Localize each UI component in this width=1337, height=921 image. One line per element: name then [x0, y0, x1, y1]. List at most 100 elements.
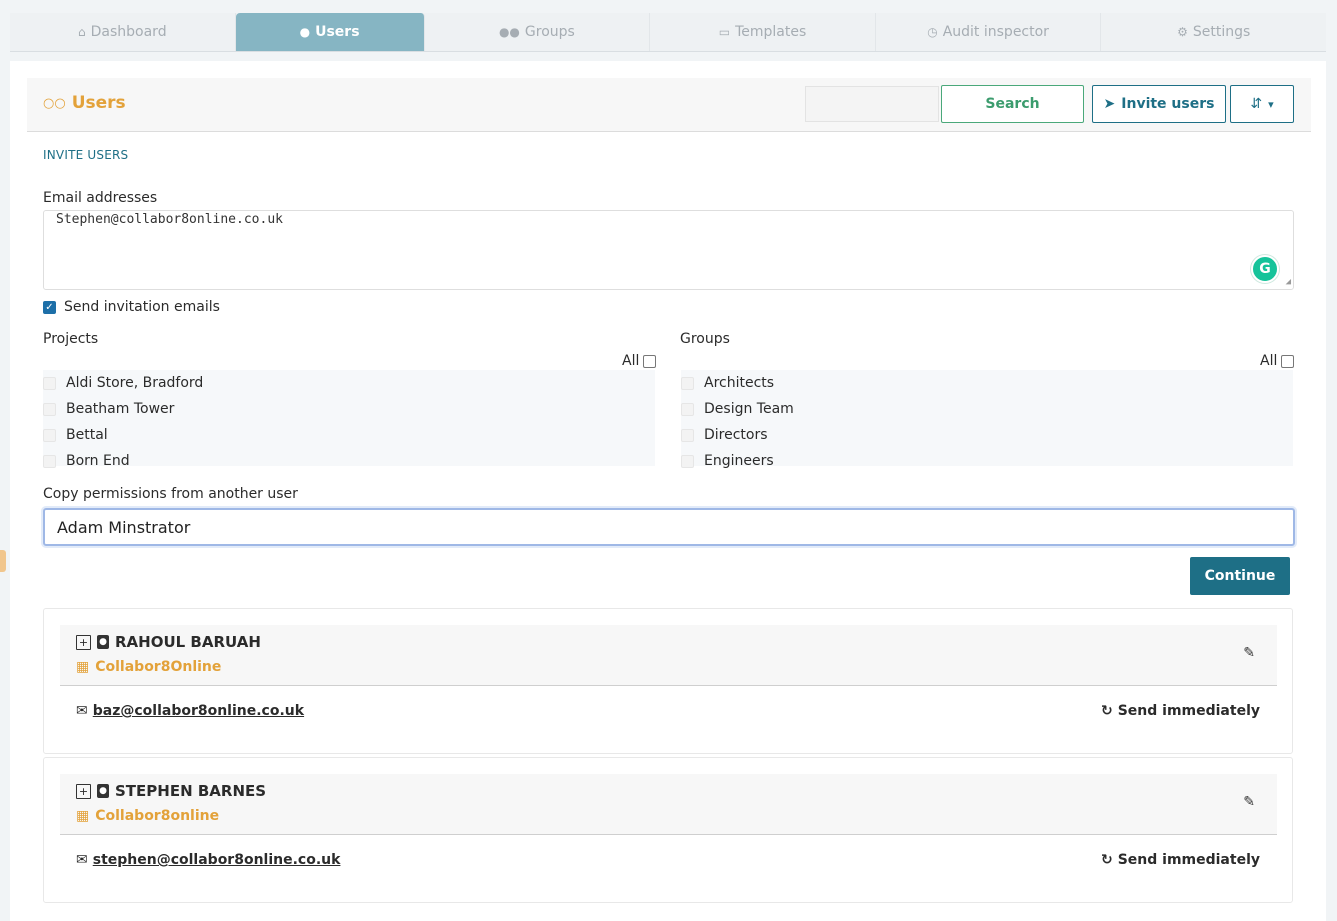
group-checkbox[interactable] — [681, 454, 694, 468]
organisation-name: Collabor8Online — [95, 659, 222, 675]
send-status: ↻ Send immediately — [1101, 852, 1260, 868]
list-item[interactable]: Aldi Store, Bradford — [43, 370, 655, 396]
users-panel: ○○ Users Search ➤ Invite users ⇵ ▾ INVIT… — [10, 61, 1326, 921]
panel-header: ○○ Users Search ➤ Invite users ⇵ ▾ — [27, 78, 1311, 132]
group-label: Design Team — [704, 401, 794, 417]
tab-groups[interactable]: ●● Groups — [425, 13, 651, 51]
project-checkbox[interactable] — [43, 454, 56, 468]
continue-button[interactable]: Continue — [1190, 557, 1290, 595]
building-icon: ▦ — [76, 659, 90, 675]
send-status-label: Send immediately — [1117, 852, 1260, 868]
groups-list: Architects Design Team Directors Enginee… — [681, 370, 1293, 469]
user-name-row: + ● STEPHEN BARNES — [76, 782, 266, 800]
project-label: Aldi Store, Bradford — [66, 375, 204, 391]
envelope-icon: ✉ — [76, 852, 88, 868]
search-button[interactable]: Search — [941, 85, 1084, 123]
group-label: Architects — [704, 375, 775, 391]
user-icon: ● — [299, 25, 311, 39]
groups-all-checkbox[interactable] — [1281, 354, 1295, 368]
contact-card-icon: ● — [97, 784, 109, 798]
organisation-row: ▦ Collabor8Online — [76, 659, 221, 675]
page-title: ○○ Users — [43, 93, 126, 113]
send-invitation-checkbox[interactable]: ✓ — [43, 300, 56, 314]
copy-permissions-value: Adam Minstrator — [57, 517, 191, 537]
user-email-row: ✉ stephen@collabor8online.co.uk — [76, 852, 340, 868]
clock-icon: ◷ — [927, 25, 938, 39]
search-input[interactable] — [805, 86, 939, 122]
organisation-row: ▦ Collabor8online — [76, 808, 219, 824]
edit-icon[interactable]: ✎ — [1243, 794, 1255, 810]
send-status-label: Send immediately — [1117, 703, 1260, 719]
email-addresses-value: Stephen@collabor8online.co.uk — [56, 212, 283, 227]
user-card-header: + ● STEPHEN BARNES ▦ Collabor8online ✎ — [60, 774, 1277, 835]
user-email-row: ✉ baz@collabor8online.co.uk — [76, 703, 304, 719]
project-label: Born End — [66, 453, 130, 469]
tab-settings[interactable]: ⚙ Settings — [1101, 13, 1326, 51]
list-item[interactable]: Bettal — [43, 422, 655, 448]
email-addresses-label: Email addresses — [43, 190, 158, 206]
user-email-link[interactable]: baz@collabor8online.co.uk — [93, 703, 304, 719]
tab-label: Settings — [1192, 24, 1251, 40]
project-checkbox[interactable] — [43, 428, 56, 442]
project-checkbox[interactable] — [43, 402, 56, 416]
expand-icon[interactable]: + — [76, 783, 91, 799]
expand-icon[interactable]: + — [76, 634, 91, 650]
user-name-row: + ● RAHOUL BARUAH — [76, 633, 261, 651]
top-nav-tabs: ⌂ Dashboard ● Users ●● Groups ▭ Template… — [10, 13, 1326, 52]
resize-grip-icon[interactable]: ◢ — [1286, 277, 1291, 287]
groups-icon: ●● — [498, 25, 520, 39]
projects-all-label: All — [622, 353, 640, 369]
list-item[interactable]: Engineers — [681, 448, 1293, 474]
tab-label: Templates — [735, 24, 807, 40]
projects-label: Projects — [43, 331, 99, 347]
sort-dropdown-button[interactable]: ⇵ ▾ — [1230, 85, 1294, 123]
group-checkbox[interactable] — [681, 376, 694, 390]
copy-permissions-input[interactable]: Adam Minstrator — [43, 508, 1295, 546]
organisation-name: Collabor8online — [95, 808, 220, 824]
tab-label: Dashboard — [90, 24, 167, 40]
tab-users[interactable]: ● Users — [235, 13, 425, 51]
list-item[interactable]: Born End — [43, 448, 655, 474]
users-icon: ○○ — [43, 95, 66, 111]
group-checkbox[interactable] — [681, 402, 694, 416]
user-email-link[interactable]: stephen@collabor8online.co.uk — [93, 852, 341, 868]
group-checkbox[interactable] — [681, 428, 694, 442]
email-addresses-textarea[interactable]: Stephen@collabor8online.co.uk G ◢ — [43, 210, 1294, 290]
user-name: STEPHEN BARNES — [115, 782, 267, 800]
caret-down-icon: ▾ — [1268, 97, 1274, 111]
user-card-header: + ● RAHOUL BARUAH ▦ Collabor8Online ✎ — [60, 625, 1277, 686]
folder-icon: ▭ — [718, 25, 731, 39]
user-card: + ● RAHOUL BARUAH ▦ Collabor8Online ✎ ✉ … — [43, 608, 1293, 754]
tab-label: Users — [315, 24, 360, 40]
list-item[interactable]: Architects — [681, 370, 1293, 396]
list-item[interactable]: Beatham Tower — [43, 396, 655, 422]
invite-users-label: Invite users — [1121, 96, 1215, 112]
send-status: ↻ Send immediately — [1101, 703, 1260, 719]
grammarly-icon[interactable]: G — [1251, 255, 1279, 283]
section-label: INVITE USERS — [43, 148, 129, 162]
invite-users-button[interactable]: ➤ Invite users — [1092, 85, 1226, 123]
tab-audit-inspector[interactable]: ◷ Audit inspector — [876, 13, 1102, 51]
groups-label: Groups — [680, 331, 730, 347]
groups-all-toggle[interactable]: All — [1260, 353, 1295, 369]
user-card: + ● STEPHEN BARNES ▦ Collabor8online ✎ ✉… — [43, 757, 1293, 903]
gear-icon: ⚙ — [1177, 25, 1188, 39]
list-item[interactable]: Design Team — [681, 396, 1293, 422]
projects-list: Aldi Store, Bradford Beatham Tower Betta… — [43, 370, 655, 469]
projects-all-checkbox[interactable] — [643, 354, 657, 368]
refresh-icon: ↻ — [1100, 703, 1113, 719]
tab-label: Audit inspector — [942, 24, 1049, 40]
edit-icon[interactable]: ✎ — [1243, 645, 1255, 661]
refresh-icon: ↻ — [1100, 852, 1113, 868]
tab-dashboard[interactable]: ⌂ Dashboard — [10, 13, 236, 51]
home-icon: ⌂ — [78, 25, 86, 39]
envelope-icon: ✉ — [76, 703, 88, 719]
tab-templates[interactable]: ▭ Templates — [650, 13, 876, 51]
group-label: Directors — [704, 427, 768, 443]
groups-all-label: All — [1260, 353, 1278, 369]
send-invitation-row[interactable]: ✓ Send invitation emails — [43, 299, 220, 315]
side-drawer-handle[interactable] — [0, 550, 6, 572]
projects-all-toggle[interactable]: All — [622, 353, 657, 369]
project-checkbox[interactable] — [43, 376, 56, 390]
list-item[interactable]: Directors — [681, 422, 1293, 448]
